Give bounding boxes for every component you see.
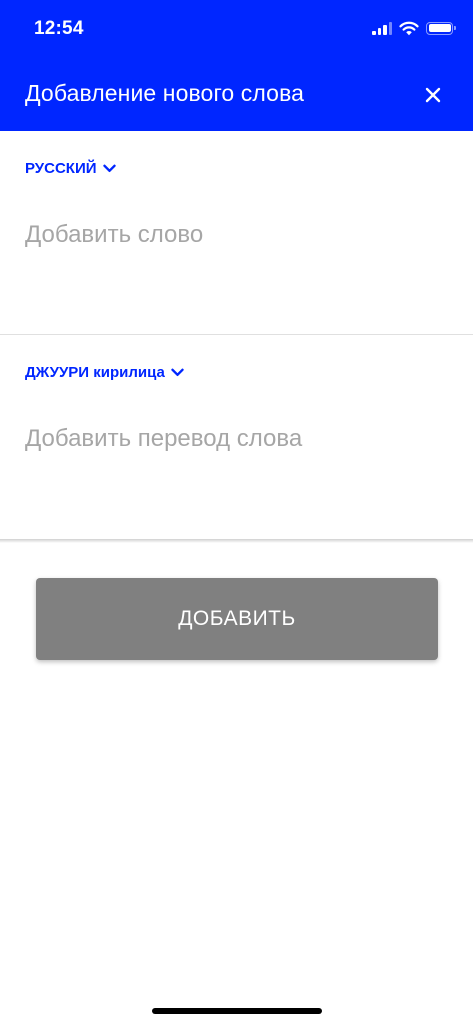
close-button[interactable] [418, 80, 448, 110]
target-language-label: ДЖУУРИ кирилица [25, 364, 165, 381]
source-word-section: РУССКИЙ [0, 131, 473, 335]
target-language-select[interactable]: ДЖУУРИ кирилица [25, 364, 184, 381]
translation-input[interactable] [25, 419, 445, 459]
battery-icon [426, 21, 456, 35]
wifi-icon [399, 21, 419, 35]
cellular-signal-icon [372, 21, 392, 35]
source-language-select[interactable]: РУССКИЙ [25, 160, 116, 177]
app-header: 12:54 Добавление нового слова [0, 0, 473, 131]
chevron-down-icon [171, 368, 184, 376]
home-indicator [152, 1008, 322, 1014]
status-icons [372, 18, 456, 38]
source-language-label: РУССКИЙ [25, 160, 97, 177]
close-icon [425, 87, 441, 103]
add-button[interactable]: ДОБАВИТЬ [36, 578, 438, 660]
source-word-input[interactable] [25, 215, 445, 255]
status-time: 12:54 [34, 18, 84, 39]
page-title: Добавление нового слова [25, 80, 305, 106]
chevron-down-icon [102, 164, 116, 172]
screen: 12:54 Добавление нового слова РУССКИЙ До… [0, 0, 473, 1024]
translation-section: ДЖУУРИ кирилица [0, 335, 473, 540]
section-shadow [0, 539, 473, 543]
